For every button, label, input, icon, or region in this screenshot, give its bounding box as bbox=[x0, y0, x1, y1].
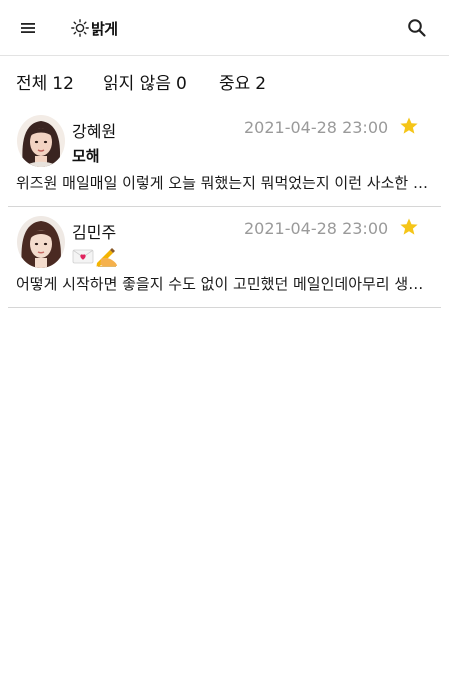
filter-all[interactable]: 전체 12 bbox=[16, 69, 74, 94]
mail-list-item[interactable]: 강혜원 2021-04-28 23:00 모해 위즈원 매일매일 이렇게 오늘 … bbox=[8, 106, 441, 207]
mail-date: 2021-04-28 23:00 bbox=[244, 118, 389, 137]
sender-name: 김민주 bbox=[72, 223, 117, 242]
mail-preview: 어떻게 시작하면 좋을지 수도 없이 고민했던 메일인데아무리 생각해도 잘 모… bbox=[16, 275, 434, 293]
search-button[interactable] bbox=[406, 17, 428, 39]
mail-preview: 위즈원 매일매일 이렇게 오늘 뭐했는지 뭐먹었는지 이런 사소한 이야기들 나… bbox=[16, 174, 434, 192]
sender-name: 강혜원 bbox=[72, 122, 117, 141]
filter-important-count: 2 bbox=[255, 74, 267, 94]
love-letter-icon bbox=[72, 249, 94, 264]
mail-list-item[interactable]: 김민주 2021-04-28 23:00 💌✍️ 어떻게 시작하면 좋을지 수도… bbox=[8, 207, 441, 308]
filter-unread-count: 0 bbox=[175, 74, 187, 94]
filter-tabs: 전체 12 읽지 않음 0 중요 2 bbox=[0, 56, 449, 102]
filter-all-label: 전체 bbox=[16, 74, 48, 94]
mail-date: 2021-04-28 23:00 bbox=[244, 219, 389, 238]
writing-hand-icon bbox=[96, 248, 117, 267]
sender-avatar bbox=[17, 115, 65, 167]
search-icon bbox=[408, 19, 426, 37]
star-icon bbox=[400, 218, 418, 235]
mail-subject: 💌✍️ bbox=[72, 245, 119, 267]
sun-icon bbox=[71, 19, 89, 37]
filter-unread[interactable]: 읽지 않음 0 bbox=[103, 69, 187, 94]
mail-subject: 모해 bbox=[72, 147, 100, 165]
theme-label: 밝게 bbox=[91, 19, 118, 38]
theme-toggle-button[interactable]: 밝게 bbox=[70, 16, 118, 40]
star-icon bbox=[400, 117, 418, 134]
filter-important[interactable]: 중요 2 bbox=[219, 69, 266, 94]
filter-important-label: 중요 bbox=[219, 74, 251, 94]
star-toggle[interactable] bbox=[399, 116, 419, 136]
star-toggle[interactable] bbox=[399, 217, 419, 237]
sender-avatar bbox=[17, 216, 65, 268]
filter-all-count: 12 bbox=[52, 74, 74, 94]
menu-icon bbox=[21, 23, 35, 33]
menu-button[interactable] bbox=[18, 18, 38, 38]
top-app-bar: 밝게 bbox=[0, 0, 449, 56]
mail-list: 강혜원 2021-04-28 23:00 모해 위즈원 매일매일 이렇게 오늘 … bbox=[8, 106, 441, 308]
filter-unread-label: 읽지 않음 bbox=[103, 74, 171, 94]
